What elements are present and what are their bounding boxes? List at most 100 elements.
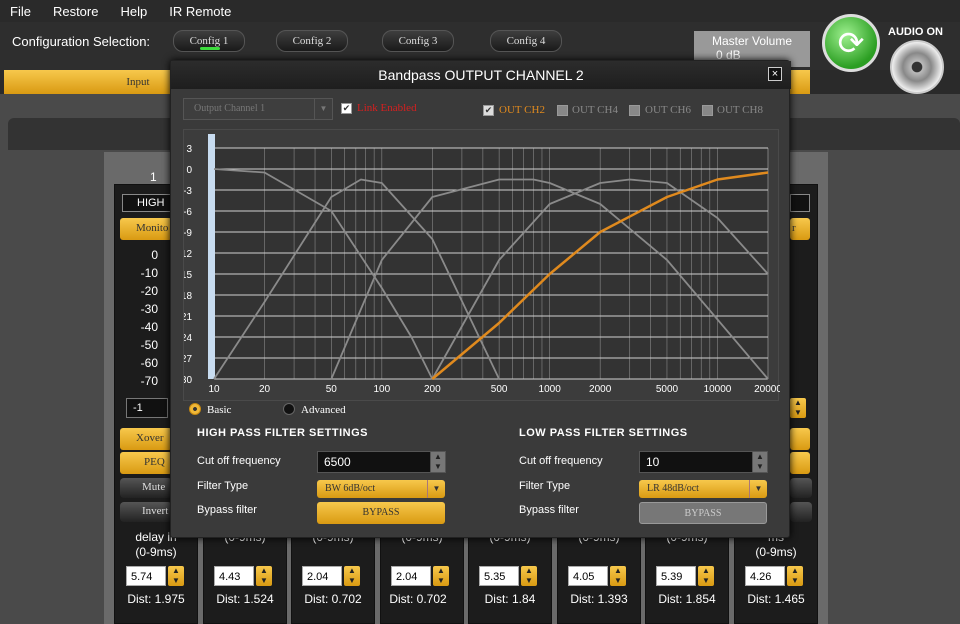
out-ch4-checkbox[interactable] — [557, 105, 568, 116]
menu-restore[interactable]: Restore — [53, 4, 99, 19]
config-1-label: Config 1 — [189, 35, 229, 47]
dialog-title: Bandpass OUTPUT CHANNEL 2 — [171, 61, 791, 89]
basic-mode-radio[interactable] — [189, 403, 201, 415]
hp-cutoff-spinner[interactable]: ▲ ▼ — [430, 451, 446, 473]
active-led — [200, 47, 220, 50]
distance-value: Dist: 0.702 — [389, 592, 447, 606]
hp-filter-type-label: Filter Type — [197, 480, 249, 492]
out-ch2-checkbox[interactable]: ✔ — [483, 105, 494, 116]
vu-scale-label: -20 — [140, 284, 158, 298]
config-1-button[interactable]: Config 1 — [173, 30, 245, 52]
lp-bypass-button[interactable]: BYPASS — [639, 502, 767, 524]
vu-scale-label: -50 — [140, 338, 158, 352]
delay-input[interactable]: 4.26 — [745, 566, 785, 586]
y-tick-label: 3 — [186, 144, 192, 155]
link-enabled-label: Link Enabled — [357, 102, 417, 114]
speaker-icon[interactable] — [890, 40, 944, 94]
config-selection-label: Configuration Selection: — [12, 34, 151, 49]
mute-button-right[interactable] — [790, 478, 812, 498]
lp-filter-type-label: Filter Type — [519, 480, 571, 492]
chart-svg: 3 0 -3 -6 -9 -12 -15 -18 -21 -24 -27 -30 10 20 50 100 20… — [178, 134, 782, 395]
delay-input[interactable]: 5.74 — [126, 566, 166, 586]
vu-scale-label: -60 — [140, 356, 158, 370]
delay-input[interactable]: 2.04 — [302, 566, 342, 586]
peq-button-right[interactable] — [790, 452, 810, 474]
config-4-button[interactable]: Config 4 — [490, 30, 562, 52]
advanced-mode-radio[interactable] — [283, 403, 295, 415]
y-tick-label: -3 — [184, 186, 192, 197]
out-ch8-checkbox[interactable] — [702, 105, 713, 116]
delay-spinner[interactable]: ▲ ▼ — [344, 566, 360, 586]
close-icon[interactable]: × — [768, 67, 782, 81]
lp-filter-type-select[interactable]: LR 48dB/oct ▼ — [639, 480, 767, 498]
out-ch2-label: OUT CH2 — [499, 104, 545, 116]
delay-range: (0-9ms) — [755, 545, 797, 559]
distance-value: Dist: 0.702 — [304, 592, 362, 606]
output-channel-value: Output Channel 1 — [194, 103, 266, 114]
delay-spinner[interactable]: ▲ ▼ — [168, 566, 184, 586]
delay-input[interactable]: 4.05 — [568, 566, 608, 586]
delay-spinner[interactable]: ▲ ▼ — [610, 566, 626, 586]
lp-cutoff-spinner[interactable]: ▲ ▼ — [752, 451, 768, 473]
hp-filter-type-value: BW 6dB/oct — [325, 483, 376, 494]
delay-input[interactable]: 5.39 — [656, 566, 696, 586]
level-spinner[interactable]: ▲ ▼ — [790, 398, 806, 418]
y-tick-label: -12 — [184, 249, 192, 260]
delay-spinner[interactable]: ▲ ▼ — [256, 566, 272, 586]
delay-spinner[interactable]: ▲ ▼ — [787, 566, 803, 586]
basic-mode-label: Basic — [207, 404, 232, 416]
channel-number: 1 — [150, 170, 157, 184]
menu-bar: File Restore Help IR Remote — [0, 0, 960, 22]
invert-button-right[interactable] — [790, 502, 812, 522]
xover-button[interactable]: Xover — [120, 428, 172, 450]
master-volume-label: Master Volume — [711, 34, 793, 48]
delay-spinner[interactable]: ▲ ▼ — [433, 566, 449, 586]
hp-bypass-label: Bypass filter — [197, 504, 257, 516]
delay-input[interactable]: 2.04 — [391, 566, 431, 586]
link-enabled-checkbox[interactable]: ✔ — [341, 103, 352, 114]
xover-button-right[interactable] — [790, 428, 810, 450]
y-tick-label: -30 — [184, 375, 192, 386]
chevron-down-icon: ▼ — [427, 480, 445, 498]
tab-input-label: Input — [126, 76, 150, 88]
output-channel-select[interactable]: Output Channel 1 ▼ — [183, 98, 333, 120]
config-3-button[interactable]: Config 3 — [382, 30, 454, 52]
mute-button[interactable]: Mute — [120, 478, 172, 498]
lp-cutoff-input[interactable]: 10 — [639, 451, 753, 473]
y-tick-label: -21 — [184, 312, 192, 323]
peq-button[interactable]: PEQ — [120, 452, 172, 474]
refresh-icon[interactable]: ⟳ — [822, 14, 880, 72]
distance-value: Dist: 1.465 — [747, 592, 805, 606]
x-tick-label: 10 — [208, 384, 220, 395]
vu-scale-label: -40 — [140, 320, 158, 334]
chevron-down-icon: ▼ — [314, 99, 332, 119]
hp-cutoff-input[interactable]: 6500 — [317, 451, 431, 473]
config-2-button[interactable]: Config 2 — [276, 30, 348, 52]
distance-value: Dist: 1.84 — [484, 592, 536, 606]
menu-help[interactable]: Help — [120, 4, 147, 19]
hp-filter-type-select[interactable]: BW 6dB/oct ▼ — [317, 480, 445, 498]
monitor-button-right[interactable]: r — [790, 218, 810, 240]
delay-input[interactable]: 5.35 — [479, 566, 519, 586]
delay-input[interactable]: 4.43 — [214, 566, 254, 586]
delay-spinner[interactable]: ▲ ▼ — [698, 566, 714, 586]
out-ch8-label: OUT CH8 — [717, 104, 763, 116]
level-input[interactable]: -1 — [126, 398, 168, 418]
menu-ir-remote[interactable]: IR Remote — [169, 4, 231, 19]
vu-scale-label: -30 — [140, 302, 158, 316]
x-tick-label: 5000 — [656, 384, 679, 395]
menu-file[interactable]: File — [10, 4, 31, 19]
config-3-label: Config 3 — [398, 35, 438, 47]
y-tick-label: -24 — [184, 333, 192, 344]
invert-button[interactable]: Invert — [120, 502, 172, 522]
delay-spinner[interactable]: ▲ ▼ — [521, 566, 537, 586]
lp-cutoff-label: Cut off frequency — [519, 455, 603, 467]
y-tick-label: 0 — [186, 165, 192, 176]
out-ch6-checkbox[interactable] — [629, 105, 640, 116]
x-tick-label: 10000 — [704, 384, 732, 395]
hp-bypass-button[interactable]: BYPASS — [317, 502, 445, 524]
channel-type-select[interactable]: HIGH — [122, 194, 172, 212]
monitor-button[interactable]: Monito — [120, 218, 172, 240]
channel-type-select-right[interactable] — [790, 194, 810, 212]
audio-on-label: AUDIO ON — [888, 26, 943, 38]
